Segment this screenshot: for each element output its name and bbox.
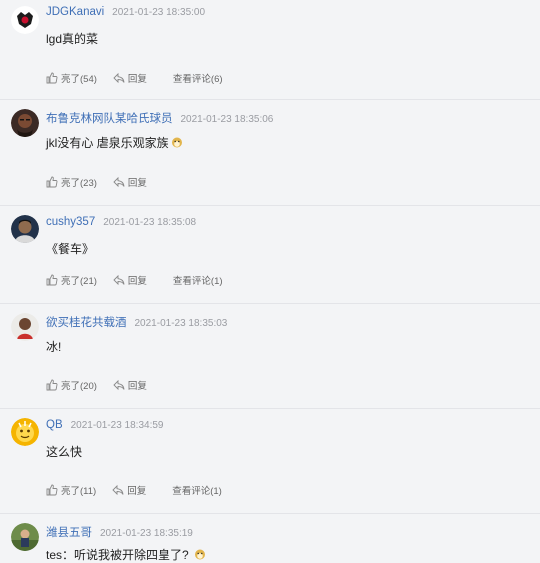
comment-item: QB 2021-01-23 18:34:59 这么快 亮了(11) 回复 查看评论… (0, 409, 540, 514)
reply-button[interactable]: 回复 (113, 71, 147, 85)
thumb-up-icon (46, 176, 58, 188)
like-button[interactable]: 亮了(21) (46, 273, 97, 287)
avatar[interactable] (11, 215, 39, 243)
reply-button[interactable]: 回复 (113, 273, 147, 287)
view-comments-link[interactable]: 查看评论(1) (172, 483, 222, 497)
reply-button[interactable]: 回复 (113, 175, 147, 189)
avatar[interactable] (11, 313, 39, 341)
like-button[interactable]: 亮了(23) (46, 175, 97, 189)
comment-item: 布鲁克林网队某哈氏球员 2021-01-23 18:35:06 jkl没有心 虐泉… (0, 100, 540, 206)
comment-text: jkl没有心 虐泉乐观家族 (46, 136, 169, 150)
avatar[interactable] (11, 523, 39, 551)
reply-label: 回复 (127, 178, 147, 189)
comment-feed: JDGKanavi 2021-01-23 18:35:00 lgd真的菜 亮了(5… (0, 0, 540, 562)
view-comments-link[interactable]: 查看评论(6) (173, 71, 223, 85)
like-button[interactable]: 亮了(20) (46, 378, 97, 392)
comment-text: tes：听说我被开除四皇了? (46, 548, 189, 562)
reply-label: 回复 (127, 381, 147, 392)
username[interactable]: JDGKanavi (46, 6, 104, 18)
avatar[interactable] (11, 6, 39, 34)
reply-label: 回复 (127, 74, 147, 85)
doge-emoji-icon (171, 136, 183, 148)
view-comments-link[interactable]: 查看评论(1) (173, 273, 223, 287)
timestamp: 2021-01-23 18:35:19 (100, 528, 193, 539)
thumb-up-icon (46, 274, 58, 286)
like-count: 亮了(11) (61, 486, 97, 497)
comment-text: lgd真的菜 (46, 32, 99, 46)
doge-emoji-icon (194, 548, 206, 560)
comment-item: 欲买桂花共载酒 2021-01-23 18:35:03 冰! 亮了(20) 回复 (0, 304, 540, 409)
reply-icon (113, 72, 125, 84)
comment-item: JDGKanavi 2021-01-23 18:35:00 lgd真的菜 亮了(5… (0, 0, 540, 100)
timestamp: 2021-01-23 18:35:08 (103, 217, 197, 228)
comment-item: cushy357 2021-01-23 18:35:08 《餐车》 亮了(21) … (0, 206, 540, 304)
reply-label: 回复 (127, 486, 147, 497)
avatar[interactable] (11, 109, 39, 137)
reply-icon (113, 176, 125, 188)
avatar[interactable] (11, 418, 39, 446)
like-count: 亮了(54) (61, 74, 97, 85)
username[interactable]: cushy357 (46, 216, 95, 228)
like-count: 亮了(23) (61, 178, 97, 189)
username[interactable]: 潍县五哥 (46, 527, 92, 539)
timestamp: 2021-01-23 18:35:00 (112, 7, 206, 18)
reply-icon (112, 484, 124, 496)
like-count: 亮了(20) (61, 381, 97, 392)
comment-item: 潍县五哥 2021-01-23 18:35:19 tes：听说我被开除四皇了? (0, 514, 540, 562)
comment-text: 冰! (46, 340, 62, 354)
like-button[interactable]: 亮了(54) (46, 71, 97, 85)
reply-label: 回复 (127, 276, 147, 287)
like-button[interactable]: 亮了(11) (46, 483, 96, 497)
timestamp: 2021-01-23 18:35:03 (134, 318, 228, 329)
thumb-up-icon (46, 484, 58, 496)
thumb-up-icon (46, 379, 58, 391)
username[interactable]: QB (46, 419, 63, 431)
reply-button[interactable]: 回复 (112, 483, 146, 497)
timestamp: 2021-01-23 18:34:59 (70, 420, 164, 431)
timestamp: 2021-01-23 18:35:06 (180, 114, 274, 125)
reply-icon (113, 379, 125, 391)
comment-text: 这么快 (46, 445, 83, 459)
comment-text: 《餐车》 (46, 242, 95, 256)
username[interactable]: 布鲁克林网队某哈氏球员 (46, 113, 173, 125)
reply-button[interactable]: 回复 (113, 378, 147, 392)
reply-icon (113, 274, 125, 286)
username[interactable]: 欲买桂花共载酒 (46, 317, 127, 329)
like-count: 亮了(21) (61, 276, 97, 287)
thumb-up-icon (46, 72, 58, 84)
